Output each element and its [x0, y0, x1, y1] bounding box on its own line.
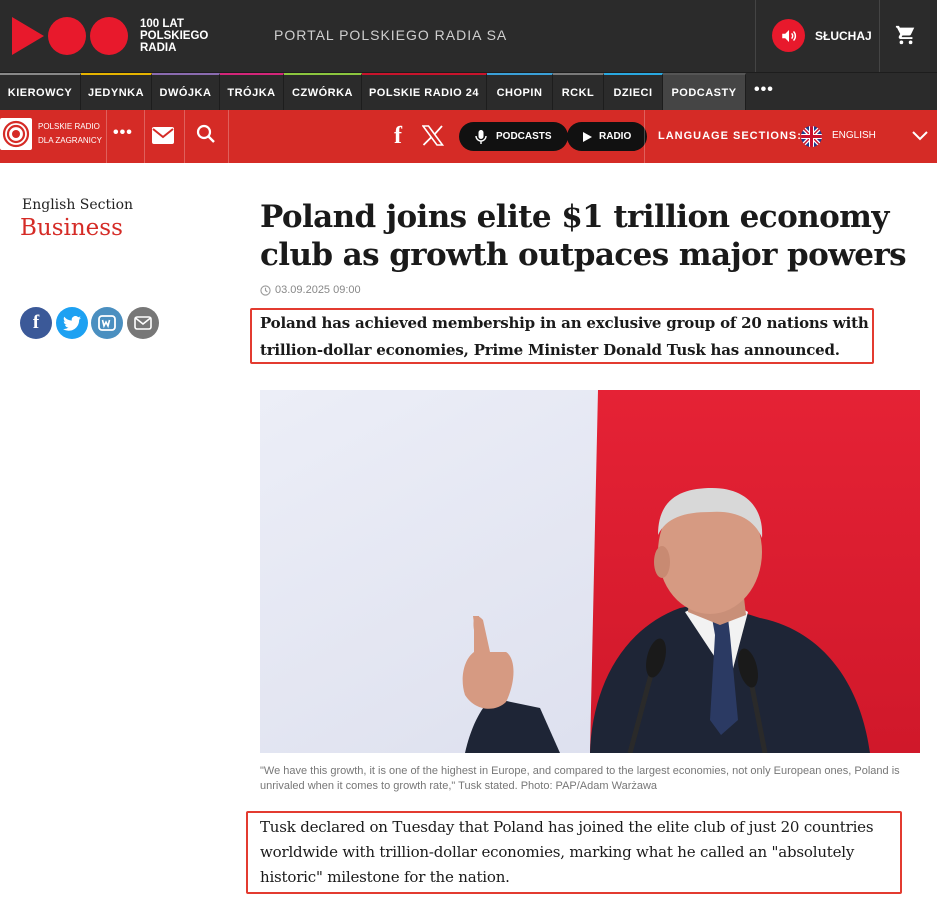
article-photo[interactable]	[260, 390, 920, 753]
listen-label: SŁUCHAJ	[815, 28, 872, 43]
channel-trojka[interactable]: TRÓJKA	[220, 73, 284, 111]
date-text: 03.09.2025 09:00	[275, 284, 361, 296]
channel-czworka[interactable]: CZWÓRKA	[284, 73, 362, 111]
article-lead: Poland has achieved membership in an exc…	[260, 314, 869, 359]
divider	[879, 0, 880, 72]
microphone-icon	[475, 129, 487, 144]
channel-label: KIEROWCY	[7, 87, 73, 99]
share-facebook-icon[interactable]: f	[20, 307, 52, 339]
channel-label: CZWÓRKA	[292, 87, 353, 99]
section-label[interactable]: English Section	[22, 197, 133, 213]
x-twitter-icon[interactable]	[421, 125, 445, 151]
podcasts-label: PODCASTS	[496, 131, 552, 142]
logo-dot	[48, 17, 86, 55]
polskie-radio-logo[interactable]: 100 LAT POLSKIEGO RADIA	[12, 14, 210, 58]
facebook-icon[interactable]: f	[394, 123, 402, 150]
channel-kierowcy[interactable]: KIEROWCY	[0, 73, 81, 111]
channel-label: TRÓJKA	[227, 87, 276, 99]
channel-dwojka[interactable]: DWÓJKA	[152, 73, 220, 111]
divider	[644, 110, 645, 163]
chevron-down-icon[interactable]	[912, 128, 928, 146]
article-headline: Poland joins elite $1 trillion economy c…	[260, 199, 907, 273]
divider	[228, 110, 229, 163]
divider	[106, 110, 107, 163]
channel-jedynka[interactable]: JEDYNKA	[81, 73, 152, 111]
channel-label: RCKL	[561, 87, 595, 99]
logo-dot	[90, 17, 128, 55]
divider	[755, 0, 756, 72]
logo-text: 100 LAT POLSKIEGO RADIA	[140, 18, 209, 54]
cart-icon[interactable]	[895, 24, 917, 51]
prdz-text: POLSKIE RADIO DLA ZAGRANICY	[38, 122, 103, 145]
channel-label: DWÓJKA	[159, 87, 212, 99]
logo-triangle	[12, 17, 44, 55]
channel-label: PODCASTY	[671, 87, 737, 99]
more-channels-icon[interactable]: •••	[754, 81, 774, 99]
section-name[interactable]: Business	[20, 215, 123, 241]
channel-label: POLSKIE RADIO 24	[368, 87, 480, 99]
channel-rckl[interactable]: RCKL	[553, 73, 604, 111]
listen-button[interactable]: SŁUCHAJ	[772, 19, 872, 52]
divider	[184, 110, 185, 163]
divider	[144, 110, 145, 163]
share-wykop-icon[interactable]	[91, 307, 123, 339]
channel-dzieci[interactable]: DZIECI	[604, 73, 663, 111]
uk-flag-icon	[801, 126, 822, 147]
radio-button[interactable]: RADIO	[567, 122, 648, 151]
prdz-logo-link[interactable]: POLSKIE RADIO DLA ZAGRANICY	[0, 118, 104, 150]
clock-icon	[260, 284, 271, 296]
share-email-icon[interactable]	[127, 307, 159, 339]
mail-icon[interactable]	[152, 127, 174, 149]
channel-label: JEDYNKA	[87, 87, 145, 99]
channel-podcasty[interactable]: PODCASTY	[663, 73, 746, 111]
channels-nav: KIEROWCY JEDYNKA DWÓJKA TRÓJKA CZWÓRKA P…	[0, 72, 937, 111]
radio-label: RADIO	[599, 131, 632, 142]
photo-illustration	[260, 390, 920, 753]
channel-label: CHOPIN	[496, 87, 543, 99]
portal-link[interactable]: PORTAL POLSKIEGO RADIA SA	[274, 27, 507, 43]
channel-polskie-radio-24[interactable]: POLSKIE RADIO 24	[362, 73, 487, 111]
top-header: 100 LAT POLSKIEGO RADIA PORTAL POLSKIEGO…	[0, 0, 937, 72]
speaker-icon	[772, 19, 805, 52]
share-twitter-icon[interactable]	[56, 307, 88, 339]
more-icon[interactable]: •••	[113, 124, 133, 142]
section-bar: POLSKIE RADIO DLA ZAGRANICY ••• f PODCAS…	[0, 110, 937, 163]
article-date: 03.09.2025 09:00	[260, 284, 361, 296]
photo-caption: "We have this growth, it is one of the h…	[260, 765, 900, 792]
channel-chopin[interactable]: CHOPIN	[487, 73, 553, 111]
language-sections-label: LANGUAGE SECTIONS:	[658, 130, 802, 142]
prdz-logo-icon	[0, 118, 32, 150]
search-icon[interactable]	[196, 124, 216, 149]
language-select[interactable]: ENGLISH	[832, 130, 876, 141]
play-icon	[583, 131, 592, 142]
podcasts-button[interactable]: PODCASTS	[459, 122, 568, 151]
article-body-paragraph: Tusk declared on Tuesday that Poland has…	[260, 818, 874, 886]
channel-label: DZIECI	[613, 87, 653, 99]
